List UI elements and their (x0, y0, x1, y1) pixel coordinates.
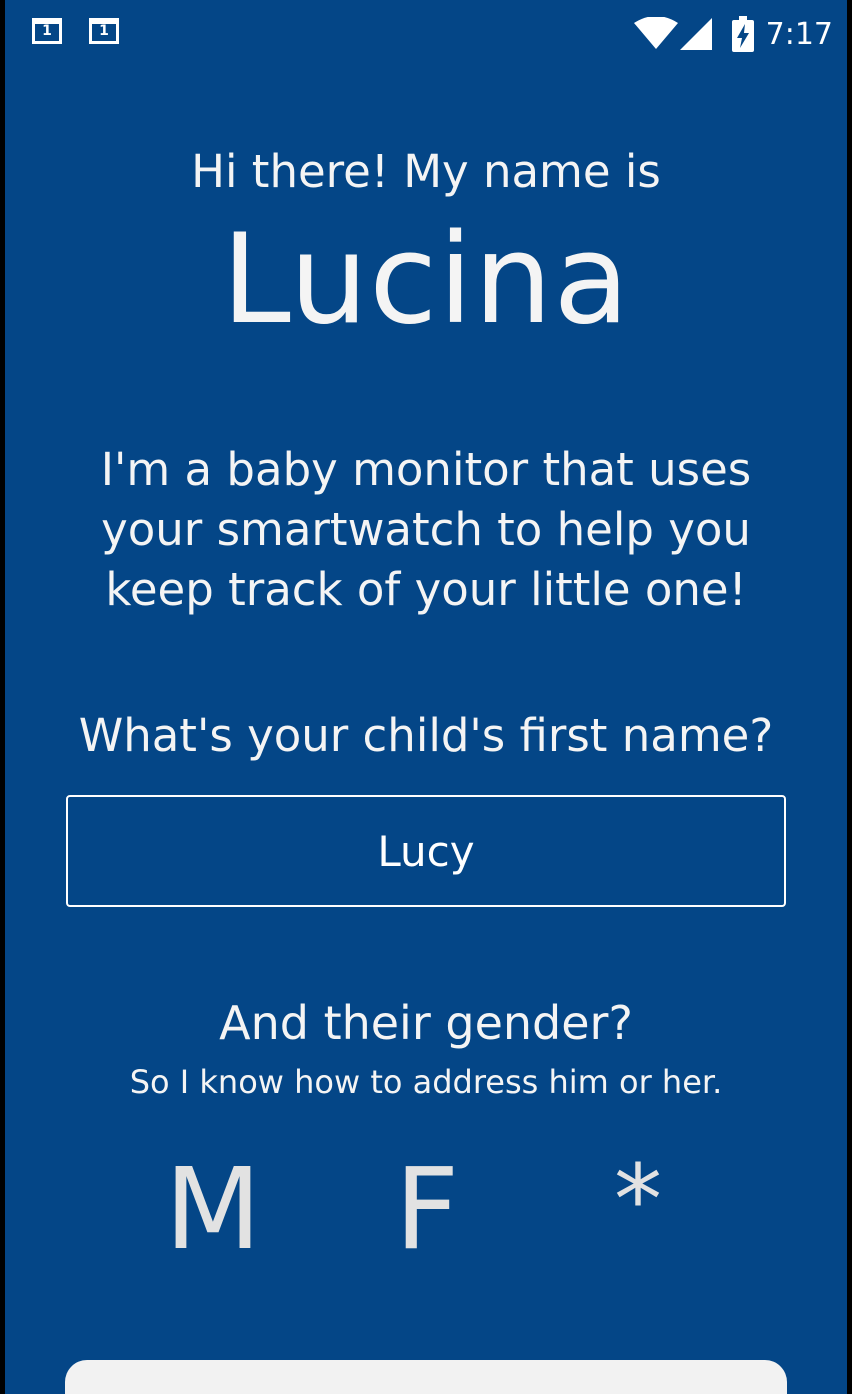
status-clock: 7:17 (765, 16, 833, 52)
app-name-title: Lucina (221, 208, 631, 352)
notification-icon: 1 (32, 18, 62, 44)
status-right: 7:17 (633, 10, 833, 58)
child-name-question: What's your child's first name? (78, 709, 774, 762)
cell-signal-icon (679, 18, 712, 50)
battery-charging-icon (731, 16, 754, 52)
greeting-text: Hi there! My name is (191, 145, 661, 198)
gender-question: And their gender? (219, 996, 633, 1050)
app-screen: 1 1 7:17 Hi there! My name is Lucina I'm… (5, 0, 847, 1394)
gender-option-male[interactable]: M (143, 1150, 283, 1270)
wifi-icon (633, 17, 678, 49)
notification-icon-label: 1 (42, 23, 52, 39)
child-name-input[interactable] (66, 795, 786, 907)
intro-text: I'm a baby monitor that uses your smartw… (100, 443, 752, 616)
gender-subtext: So I know how to address him or her. (129, 1063, 723, 1101)
gender-option-female[interactable]: F (357, 1150, 497, 1270)
gender-option-other[interactable]: * (568, 1150, 708, 1270)
bottom-card[interactable] (65, 1360, 787, 1394)
notification-icon: 1 (89, 18, 119, 44)
status-bar: 1 1 7:17 (5, 0, 847, 70)
notification-icon-label: 1 (99, 23, 109, 39)
